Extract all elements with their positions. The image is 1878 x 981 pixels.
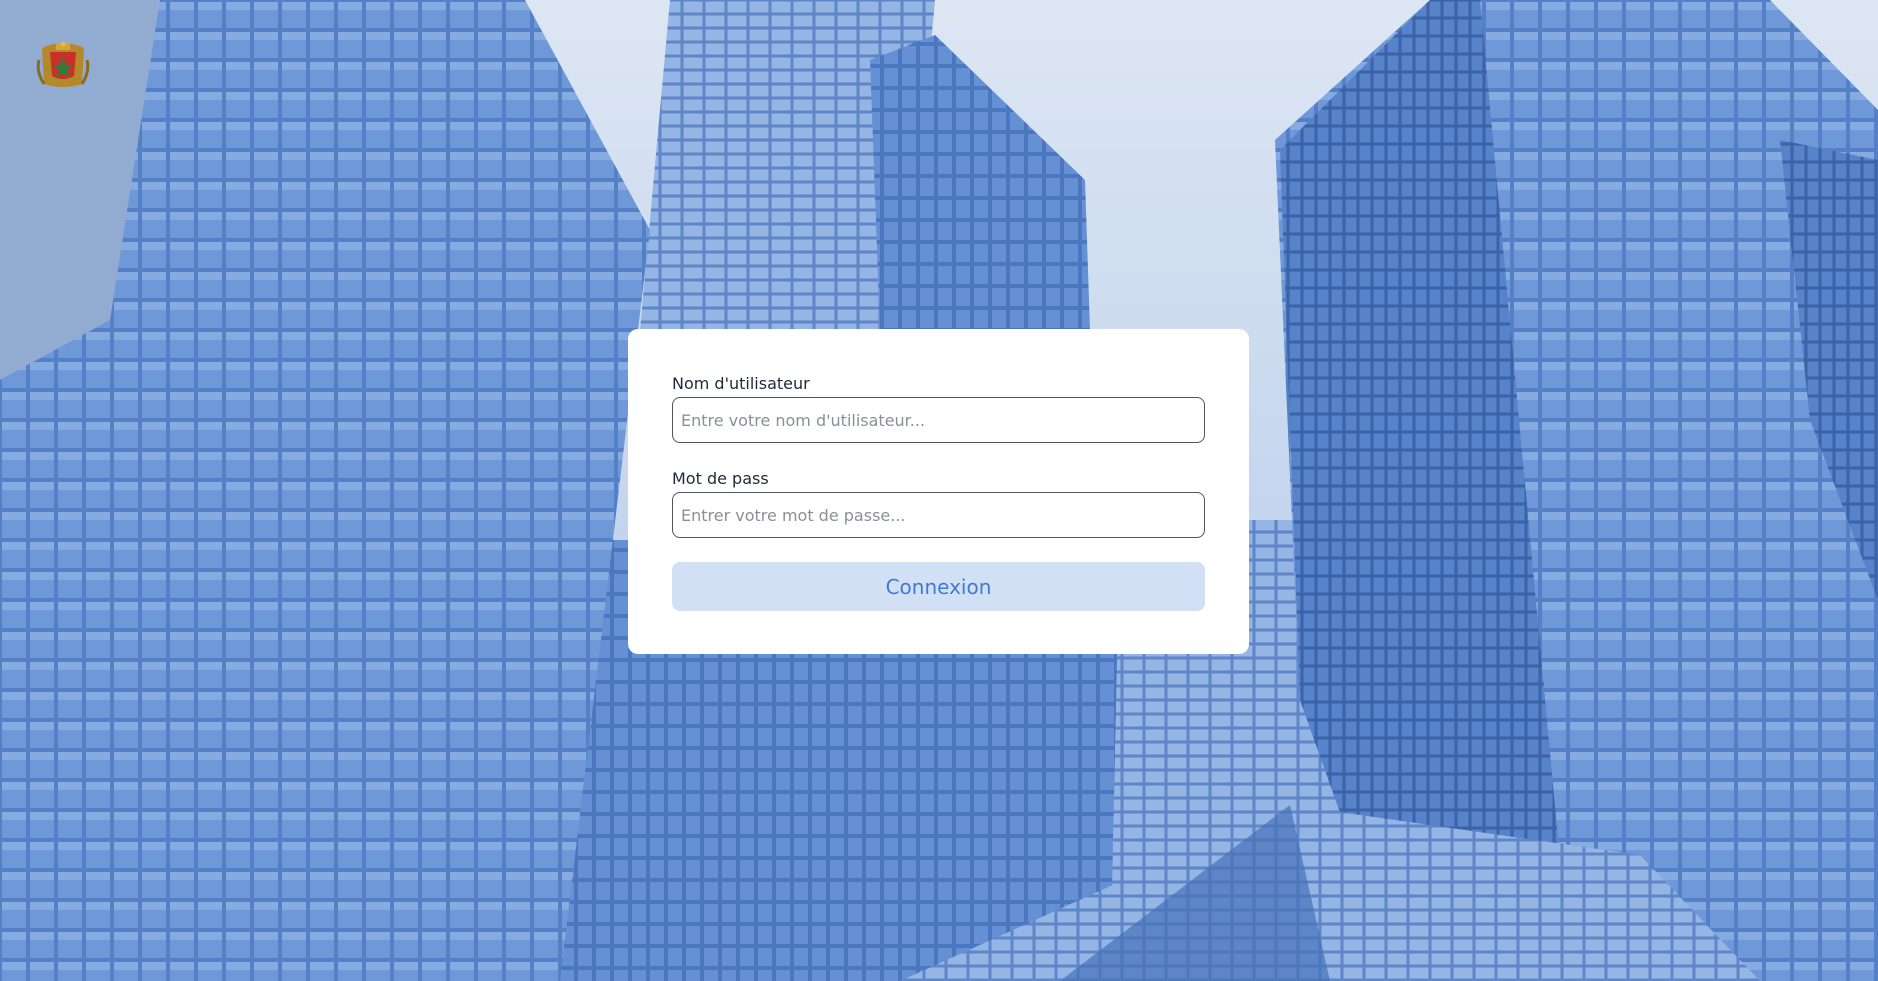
username-input[interactable] — [672, 397, 1205, 443]
royal-coat-of-arms-icon — [36, 41, 90, 87]
login-button[interactable]: Connexion — [672, 562, 1205, 611]
login-card: Nom d'utilisateur Mot de pass Connexion — [628, 329, 1249, 654]
username-label: Nom d'utilisateur — [672, 374, 810, 393]
password-label: Mot de pass — [672, 469, 769, 488]
password-field-group: Mot de pass — [672, 468, 1205, 538]
password-input[interactable] — [672, 492, 1205, 538]
login-page: Nom d'utilisateur Mot de pass Connexion — [0, 0, 1878, 981]
